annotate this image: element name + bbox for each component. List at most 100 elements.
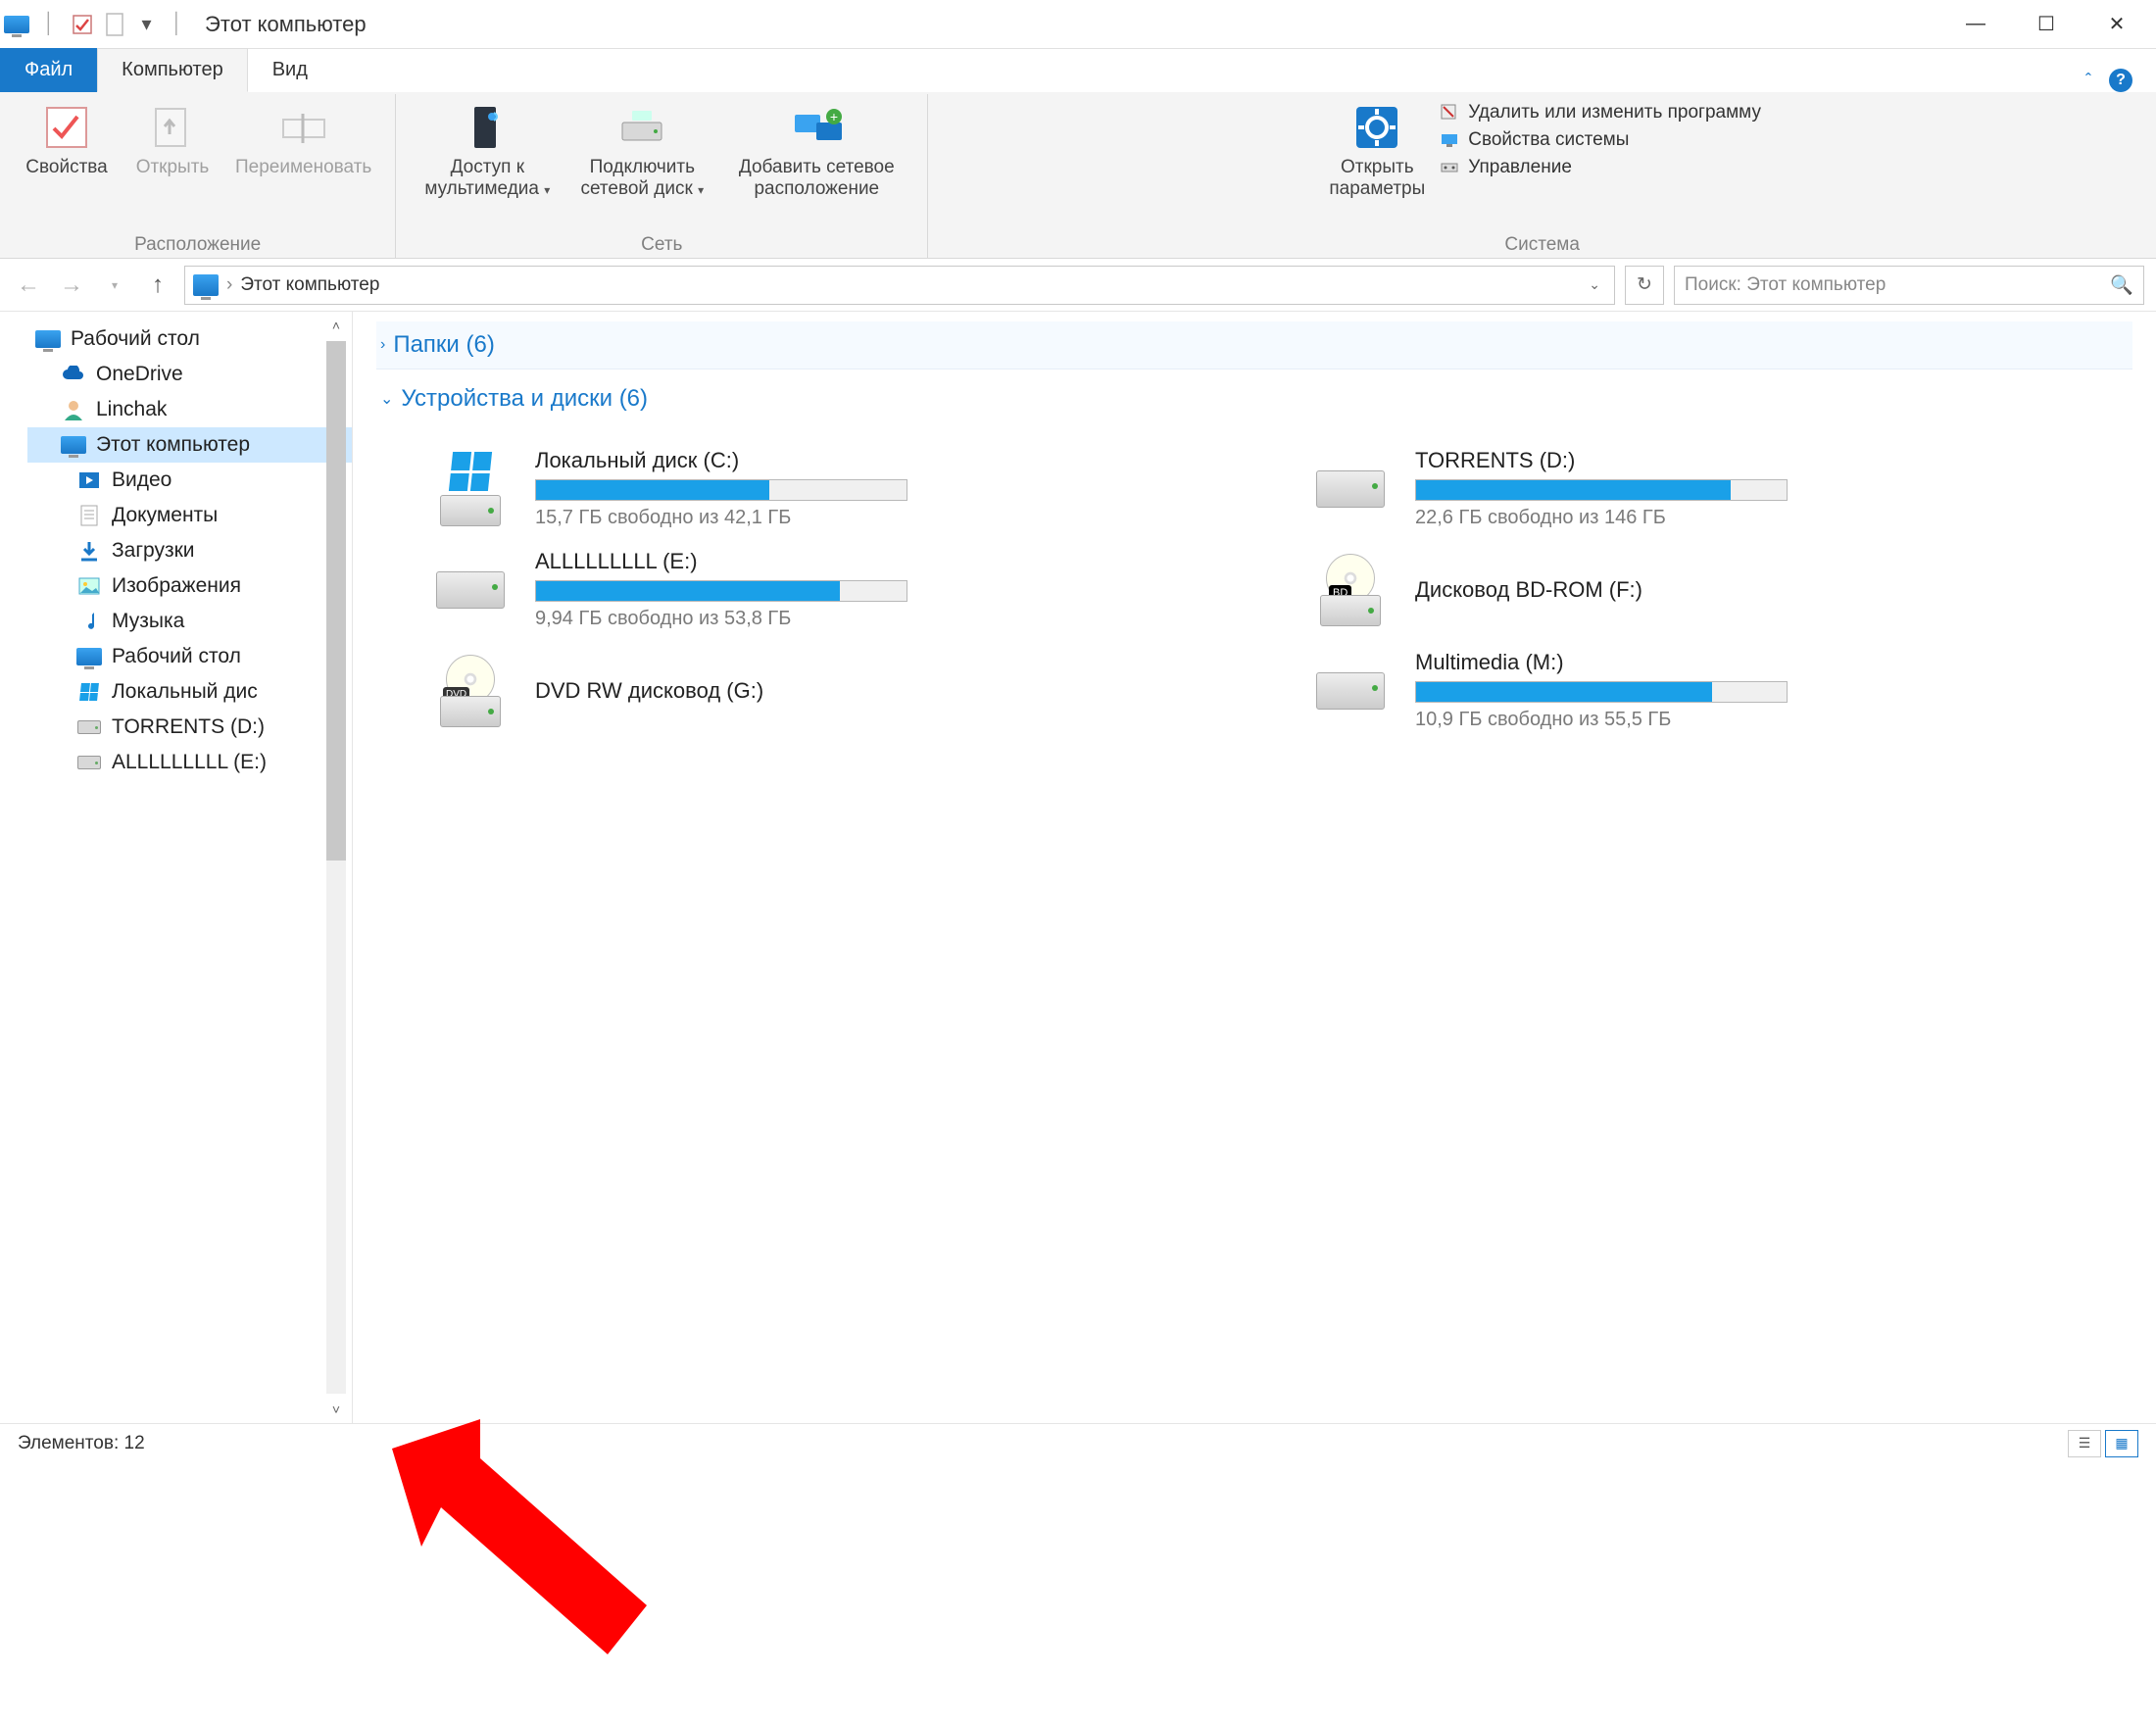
address-bar[interactable]: › Этот компьютер ⌄ — [184, 266, 1615, 305]
drive-subtext: 9,94 ГБ свободно из 53,8 ГБ — [535, 608, 907, 630]
win-icon — [431, 458, 510, 520]
sidebar-item-desktop[interactable]: Рабочий стол — [27, 321, 352, 357]
separator: │ — [172, 13, 184, 35]
user-icon — [61, 399, 86, 420]
properties-button[interactable]: Свойства — [18, 98, 116, 182]
sidebar-item-label: Изображения — [112, 574, 241, 598]
sidebar-item-label: Документы — [112, 504, 218, 527]
open-settings-label-1: Открыть — [1341, 157, 1414, 178]
drive-item[interactable]: DVD RW дисковод (G:) — [431, 650, 1252, 731]
sidebar-item-label: ALLLLLLLLL (E:) — [112, 751, 267, 774]
navigation-bar: ← → ▾ ↑ › Этот компьютер ⌄ ↻ Поиск: Этот… — [0, 259, 2156, 312]
map-drive-button[interactable]: Подключить сетевой диск ▾ — [568, 98, 715, 204]
drive-name: Multimedia (M:) — [1415, 650, 1788, 675]
drive-icon — [76, 716, 102, 738]
status-element-count: Элементов: 12 — [18, 1433, 145, 1454]
ribbon: Свойства Открыть Переименовать Расположе… — [0, 92, 2156, 259]
view-tiles-button[interactable]: ▦ — [2105, 1430, 2138, 1457]
hdd-icon — [431, 559, 510, 621]
system-properties-item[interactable]: Свойства системы — [1439, 129, 1761, 151]
group-network-label: Сеть — [641, 232, 682, 256]
help-icon[interactable]: ? — [2109, 69, 2132, 92]
capacity-bar — [535, 580, 907, 602]
tab-file[interactable]: Файл — [0, 48, 97, 92]
sidebar-item-label: Загрузки — [112, 539, 195, 563]
scroll-down-button[interactable]: ˅ — [326, 1400, 346, 1419]
maximize-button[interactable]: ☐ — [2011, 5, 2082, 44]
address-dropdown-icon[interactable]: ⌄ — [1583, 276, 1606, 293]
drive-item[interactable]: TORRENTS (D:) 22,6 ГБ свободно из 146 ГБ — [1311, 448, 2132, 529]
refresh-button[interactable]: ↻ — [1625, 266, 1664, 305]
search-input[interactable]: Поиск: Этот компьютер 🔍 — [1674, 266, 2144, 305]
qat-properties-icon[interactable] — [70, 12, 95, 37]
sidebar-item-localdisc[interactable]: Локальный дис — [27, 674, 352, 710]
drive-item[interactable]: ALLLLLLLLL (E:)9,94 ГБ свободно из 53,8 … — [431, 549, 1252, 630]
drive-item[interactable]: Multimedia (M:)10,9 ГБ свободно из 55,5 … — [1311, 650, 2132, 731]
map-drive-label-2: сетевой диск — [580, 178, 692, 199]
add-network-location-button[interactable]: + Добавить сетевое расположение — [723, 98, 909, 204]
music-icon — [76, 611, 102, 632]
back-button[interactable]: ← — [12, 269, 45, 302]
system-props-icon — [1439, 129, 1460, 151]
breadcrumb[interactable]: Этот компьютер — [240, 274, 379, 296]
close-button[interactable]: ✕ — [2082, 5, 2152, 44]
sidebar-item-thispc[interactable]: Этот компьютер — [27, 427, 352, 463]
status-bar: Элементов: 12 ☰ ▦ — [0, 1423, 2156, 1462]
drives-section-header[interactable]: ⌄ Устройства и диски (6) — [376, 375, 2132, 422]
minimize-button[interactable]: — — [1940, 5, 2011, 44]
rename-label: Переименовать — [235, 157, 371, 178]
window-title: Этот компьютер — [205, 12, 367, 37]
drives-header-label: Устройства и диски (6) — [401, 385, 648, 413]
rename-icon — [278, 102, 329, 153]
manage-label: Управление — [1468, 157, 1572, 178]
sidebar-item-downloads[interactable]: Загрузки — [27, 533, 352, 568]
drive-name: TORRENTS (D:) — [1415, 448, 1788, 473]
sidebar-item-torrents[interactable]: TORRENTS (D:) — [27, 710, 352, 745]
drive-item[interactable]: Локальный диск (C:)15,7 ГБ свободно из 4… — [431, 448, 1252, 529]
sidebar-item-label: Этот компьютер — [96, 433, 250, 457]
sidebar-item-alll[interactable]: ALLLLLLLLL (E:) — [27, 745, 352, 780]
chevron-down-icon: ▾ — [544, 183, 550, 197]
checkmark-icon — [41, 102, 92, 153]
sidebar-item-videos[interactable]: Видео — [27, 463, 352, 498]
sidebar-item-label: Рабочий стол — [71, 327, 200, 351]
ribbon-tabs: Файл Компьютер Вид ˆ ? — [0, 49, 2156, 92]
chevron-down-icon: ⌄ — [380, 389, 393, 409]
folders-section-header[interactable]: › Папки (6) — [376, 321, 2132, 369]
sidebar-item-documents[interactable]: Документы — [27, 498, 352, 533]
add-net-label-1: Добавить сетевое — [739, 157, 895, 178]
tab-view[interactable]: Вид — [248, 48, 332, 92]
drive-item[interactable]: Дисковод BD-ROM (F:) — [1311, 549, 2132, 630]
separator: │ — [43, 13, 56, 35]
up-button[interactable]: ↑ — [141, 269, 174, 302]
scroll-up-button[interactable]: ˄ — [326, 316, 346, 335]
collapse-ribbon-icon[interactable]: ˆ — [2085, 71, 2091, 91]
sidebar-item-desktop2[interactable]: Рабочий стол — [27, 639, 352, 674]
qat-dropdown-icon[interactable]: ▾ — [142, 12, 152, 36]
recent-dropdown[interactable]: ▾ — [98, 269, 131, 302]
drive-subtext: 22,6 ГБ свободно из 146 ГБ — [1415, 507, 1788, 529]
sidebar-item-pictures[interactable]: Изображения — [27, 568, 352, 604]
group-location-label: Расположение — [134, 232, 261, 256]
titlebar: │ ▾ │ Этот компьютер — ☐ ✕ — [0, 0, 2156, 49]
main-area: ˄ ˅ Рабочий стол OneDrive Linchak Этот к… — [0, 312, 2156, 1423]
sidebar-item-onedrive[interactable]: OneDrive — [27, 357, 352, 392]
content-pane: › Папки (6) ⌄ Устройства и диски (6) Лок… — [353, 312, 2156, 1423]
view-details-button[interactable]: ☰ — [2068, 1430, 2101, 1457]
qat-blank-icon[interactable] — [103, 12, 128, 37]
capacity-bar — [535, 479, 907, 501]
sidebar-item-user[interactable]: Linchak — [27, 392, 352, 427]
tab-computer[interactable]: Компьютер — [97, 48, 248, 92]
manage-icon — [1439, 157, 1460, 178]
scrollbar-thumb[interactable] — [326, 341, 346, 861]
media-access-label-2: мультимедиа — [424, 178, 539, 199]
uninstall-program-item[interactable]: Удалить или изменить программу — [1439, 102, 1761, 123]
open-settings-button[interactable]: Открыть параметры — [1323, 98, 1431, 204]
manage-item[interactable]: Управление — [1439, 157, 1761, 178]
media-access-button[interactable]: Доступ к мультимедиа ▾ — [414, 98, 561, 204]
monitor-icon — [61, 434, 86, 456]
drive-name: Локальный диск (C:) — [535, 448, 907, 473]
ribbon-group-system: Открыть параметры Удалить или изменить п… — [928, 94, 2156, 258]
sidebar-item-music[interactable]: Музыка — [27, 604, 352, 639]
forward-button[interactable]: → — [55, 269, 88, 302]
